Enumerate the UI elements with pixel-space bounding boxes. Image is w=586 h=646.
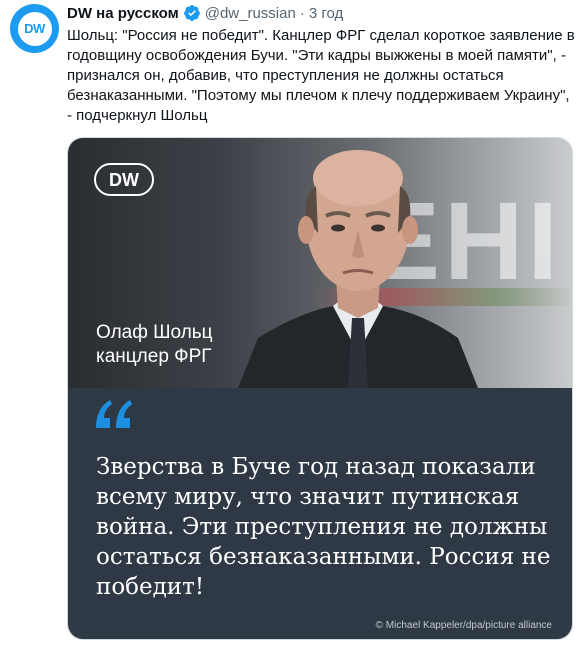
media-card[interactable]: EHI DW Олаф Шольц канцлер ФРГ Зверства в… [67,137,573,640]
caption-role: канцлер ФРГ [96,346,212,367]
timestamp[interactable]: 3 год [309,5,343,22]
dw-logo-text: DW [109,170,139,190]
separator-dot: · [299,4,305,22]
quote-panel: Зверства в Буче год назад показали всему… [68,388,572,639]
tweet-text: Шольц: "Россия не победит". Канцлер ФРГ … [67,27,575,124]
tweet-header: DW на русском @dw_russian · 3 год [67,3,576,23]
photo-credit: © Michael Kappeler/dpa/picture alliance [375,620,552,631]
avatar[interactable]: DW [10,4,59,53]
caption-name: Олаф Шольц [96,322,213,343]
dw-logo-icon: DW [17,11,52,46]
photo-caption: Олаф Шольц канцлер ФРГ [96,321,213,369]
quote-text: Зверства в Буче год назад показали всему… [96,454,551,600]
avatar-text: DW [24,21,45,36]
photo: EHI DW Олаф Шольц канцлер ФРГ [68,138,572,388]
verified-badge-icon [183,5,200,21]
portrait-illustration [238,150,478,388]
quote-mark-icon [96,400,132,428]
dw-logo-icon: DW [94,163,154,196]
author-handle[interactable]: @dw_russian [205,5,296,22]
author-name[interactable]: DW на русском [67,5,179,22]
